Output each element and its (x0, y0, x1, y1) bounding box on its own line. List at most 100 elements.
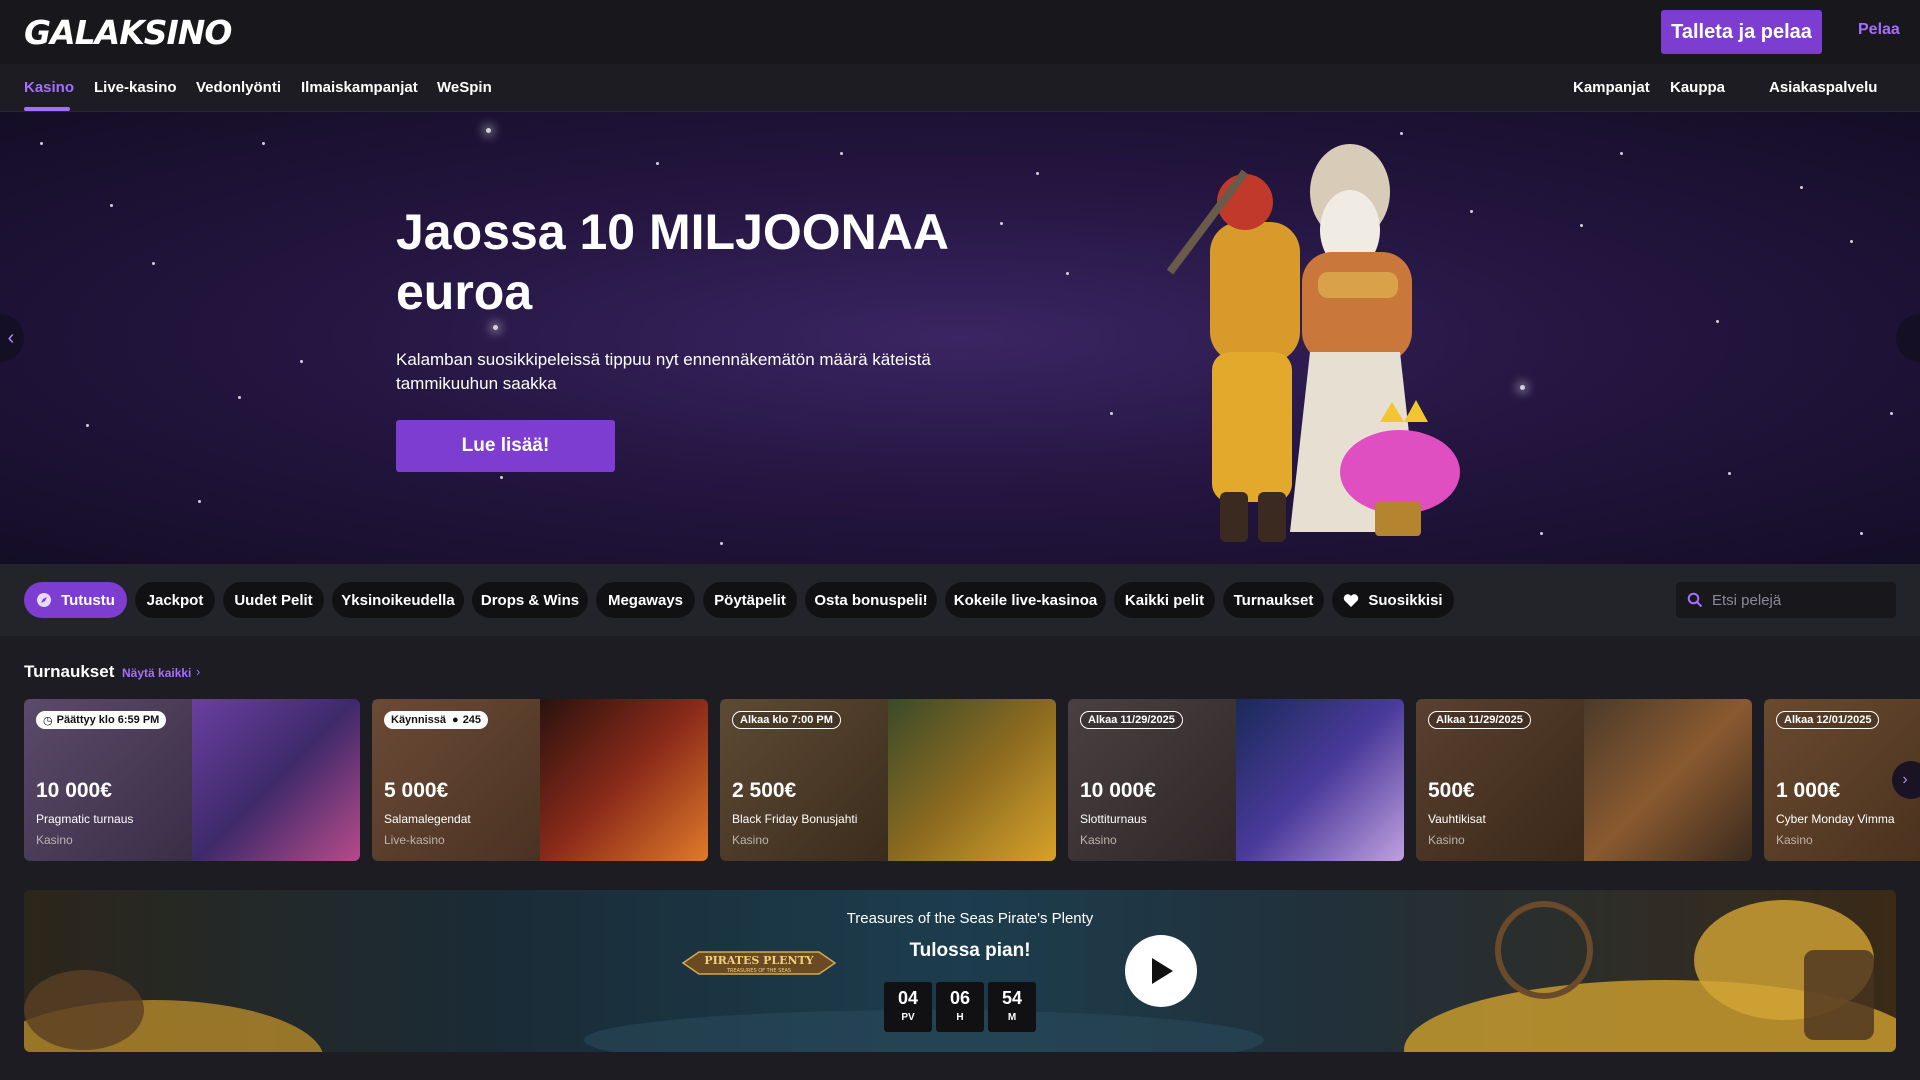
nav-item-kampanjat[interactable]: Kampanjat (1573, 79, 1650, 96)
chip-tutustu[interactable]: Tutustu (24, 582, 127, 618)
chevron-right-icon[interactable]: › (196, 664, 200, 679)
prize-amount: 10 000€ (36, 779, 112, 802)
play-button[interactable] (1125, 935, 1197, 1007)
status-badge: Alkaa 11/29/2025 (1080, 711, 1183, 729)
chevron-left-icon: ‹ (7, 326, 15, 349)
star (1620, 152, 1623, 155)
galaksino-logo[interactable]: GALAKSINO (24, 12, 232, 52)
coming-soon-label: Tulossa pian! (909, 940, 1031, 961)
chip-poytapelit[interactable]: Pöytäpelit (703, 582, 797, 618)
nav-item-live-kasino[interactable]: Live-kasino (94, 79, 177, 96)
star (656, 162, 659, 165)
star (238, 396, 241, 399)
prize-amount: 2 500€ (732, 779, 797, 802)
prize-amount: 5 000€ (384, 779, 449, 802)
chip-kaikki-pelit[interactable]: Kaikki pelit (1114, 582, 1215, 618)
star (40, 142, 43, 145)
chip-megaways[interactable]: Megaways (596, 582, 695, 618)
chip-yksinoikeudella[interactable]: Yksinoikeudella (332, 582, 464, 618)
nav-item-kauppa[interactable]: Kauppa (1670, 79, 1725, 96)
tournament-card[interactable]: ◷ Päättyy klo 6:59 PM 10 000€ Pragmatic … (24, 699, 360, 861)
countdown-minutes: 54 M (988, 982, 1036, 1032)
chip-label: Suosikkisi (1368, 591, 1443, 609)
chip-suosikkisi[interactable]: Suosikkisi (1332, 582, 1454, 618)
tournament-category: Kasino (1080, 833, 1117, 847)
hero-characters-illustration (1166, 144, 1460, 542)
star (1716, 320, 1719, 323)
clock-icon: ◷ (43, 714, 53, 727)
category-bar: Tutustu Jackpot Uudet Pelit Yksinoikeude… (0, 564, 1920, 636)
star (1860, 532, 1863, 535)
prize-amount: 10 000€ (1080, 779, 1156, 802)
tournament-name: Cyber Monday Vimma (1776, 812, 1895, 826)
play-link[interactable]: Pelaa (1858, 21, 1900, 39)
star (198, 500, 201, 503)
see-all-link[interactable]: Näytä kaikki (122, 666, 191, 680)
nav-item-ilmaiskampanjat[interactable]: Ilmaiskampanjat (301, 79, 418, 96)
star (86, 424, 89, 427)
star (300, 360, 303, 363)
read-more-button[interactable]: Lue lisää! (396, 420, 615, 472)
upcoming-game-banner[interactable]: PIRATES PLENTY TREASURES OF THE SEAS Tre… (24, 890, 1896, 1052)
chip-label: Tutustu (61, 591, 115, 609)
star (152, 262, 155, 265)
chevron-right-icon: › (1902, 771, 1908, 788)
chip-osta-bonuspeli[interactable]: Osta bonuspeli! (805, 582, 937, 618)
tournaments-title: Turnaukset (24, 662, 115, 681)
countdown-days: 04 PV (884, 982, 932, 1032)
svg-text:TREASURES OF THE SEAS: TREASURES OF THE SEAS (726, 968, 791, 974)
chip-drops-wins[interactable]: Drops & Wins (472, 582, 588, 618)
tournament-card[interactable]: Alkaa klo 7:00 PM 2 500€ Black Friday Bo… (720, 699, 1056, 861)
search-input[interactable] (1712, 591, 1882, 609)
hero-next-button[interactable]: › (1896, 314, 1920, 362)
countdown-hours: 06 H (936, 982, 984, 1032)
play-icon (1152, 958, 1173, 984)
star (1066, 272, 1069, 275)
tournament-name: Black Friday Bonusjahti (732, 812, 858, 826)
sparkle (486, 128, 491, 133)
tournament-name: Pragmatic turnaus (36, 812, 134, 826)
upcoming-game-title: Treasures of the Seas Pirate's Plenty (846, 910, 1094, 927)
hero-title: Jaossa 10 MILJOONAA euroa (396, 204, 948, 320)
status-badge: Alkaa 12/01/2025 (1776, 711, 1880, 729)
status-badge: Alkaa 11/29/2025 (1428, 711, 1531, 729)
tournament-name: Slottiturnaus (1080, 812, 1147, 826)
star (1000, 222, 1003, 225)
star (1036, 172, 1039, 175)
hero-prev-button[interactable]: ‹ (0, 314, 24, 362)
star (1850, 240, 1853, 243)
game-artwork (192, 699, 360, 861)
status-badge: Alkaa klo 7:00 PM (732, 711, 841, 729)
nav-item-asiakaspalvelu[interactable]: Asiakaspalvelu (1769, 79, 1877, 96)
top-bar: GALAKSINO Talleta ja pelaa Pelaa (0, 0, 1920, 64)
svg-text:PIRATES PLENTY: PIRATES PLENTY (704, 954, 813, 967)
star (1728, 472, 1731, 475)
tournament-category: Kasino (1776, 833, 1813, 847)
nav-item-kasino[interactable]: Kasino (24, 79, 74, 96)
tournament-card[interactable]: Alkaa 11/29/2025 500€ Vauhtikisat Kasino (1416, 699, 1752, 861)
chip-jackpot[interactable]: Jackpot (135, 582, 215, 618)
star (1580, 224, 1583, 227)
nav-item-vedonlyonti[interactable]: Vedonlyönti (196, 79, 281, 96)
star (1110, 412, 1113, 415)
status-badge: ◷ Päättyy klo 6:59 PM (36, 711, 167, 729)
hero-banner[interactable]: Jaossa 10 MILJOONAA euroa Kalamban suosi… (0, 112, 1920, 564)
star (500, 476, 503, 479)
nav-item-wespin[interactable]: WeSpin (437, 79, 492, 96)
tournament-card[interactable]: Alkaa 11/29/2025 10 000€ Slottiturnaus K… (1068, 699, 1404, 861)
sparkle (493, 325, 498, 330)
active-nav-indicator (24, 107, 70, 111)
prize-amount: 1 000€ (1776, 779, 1841, 802)
tournament-card[interactable]: Käynnissä ● 245 5 000€ Salamalegendat Li… (372, 699, 708, 861)
chip-kokeile-live-kasinoa[interactable]: Kokeile live-kasinoa (945, 582, 1106, 618)
deposit-and-play-button[interactable]: Talleta ja pelaa (1661, 10, 1822, 54)
tournament-name: Salamalegendat (384, 812, 471, 826)
tournament-category: Kasino (732, 833, 769, 847)
main-nav: Kasino Live-kasino Vedonlyönti Ilmaiskam… (0, 64, 1920, 112)
star (840, 152, 843, 155)
pirates-plenty-logo: PIRATES PLENTY TREASURES OF THE SEAS (681, 951, 837, 975)
chip-turnaukset[interactable]: Turnaukset (1223, 582, 1324, 618)
game-artwork (1236, 699, 1404, 861)
chip-uudet-pelit[interactable]: Uudet Pelit (223, 582, 324, 618)
game-search[interactable] (1676, 582, 1896, 618)
